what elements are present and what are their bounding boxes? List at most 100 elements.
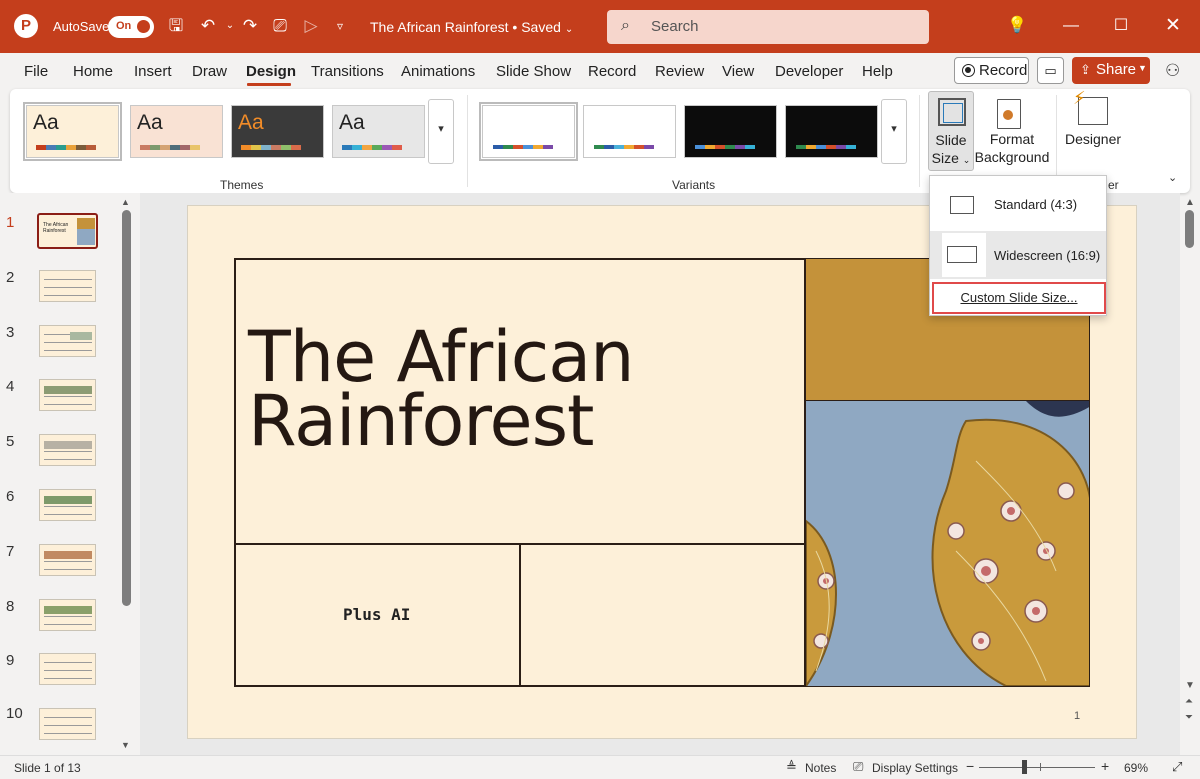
designer-button[interactable]: Designer [1064,88,1122,171]
next-slide-icon[interactable]: ⏷ [1185,712,1193,723]
slide-thumbnail-4[interactable] [39,379,96,412]
color-swatch [695,145,705,149]
variant-option-4[interactable] [785,105,878,158]
share-icon: ⇪ [1080,62,1091,77]
zoom-out-icon[interactable]: − [966,758,974,774]
color-swatch [715,145,725,149]
collapse-ribbon-icon[interactable]: ⌄ [1168,171,1177,184]
slide-size-label-text: Size [931,150,959,166]
thumbnail-line [44,506,92,507]
slide-thumbnail-6[interactable] [39,489,96,521]
standard-size-option[interactable]: Standard (4:3) [930,180,1106,228]
autosave-toggle[interactable]: On [108,16,154,38]
record-button[interactable]: Record [954,57,1029,84]
slide-number-9: 9 [6,652,15,670]
notes-button[interactable]: Notes [805,761,836,775]
record-icon [962,64,975,77]
theme-color-swatches [342,145,402,150]
minimize-button[interactable]: — [1058,13,1084,39]
lightbulb-icon[interactable]: 💡 [1004,13,1030,39]
tab-file[interactable]: File [24,63,48,80]
group-separator [1056,95,1057,187]
tab-home[interactable]: Home [73,63,113,80]
color-swatch [362,145,372,150]
display-settings-button[interactable]: Display Settings [872,761,958,775]
search-box[interactable]: ⌕ Search [607,10,929,44]
variants-more-button[interactable]: ▾ [881,99,907,164]
thumbnail-image [44,386,92,395]
color-swatch [796,145,806,149]
thumbnail-line [44,623,92,625]
zoom-slider-handle[interactable] [1022,760,1027,774]
document-title[interactable]: The African Rainforest • Saved ⌄ [370,19,573,35]
previous-slide-icon[interactable]: ⏶ [1185,696,1193,707]
scroll-down-icon[interactable]: ▼ [121,740,130,750]
tab-review[interactable]: Review [655,63,704,80]
slide-title[interactable]: The African Rainforest [248,322,634,456]
zoom-slider[interactable] [979,767,1095,768]
customize-toolbar-icon[interactable]: ▿ [328,14,352,38]
undo-icon[interactable]: ↶ [196,14,220,38]
decorative-artwork-image[interactable] [804,401,1089,686]
thumbnail-image [77,218,95,245]
scroll-down-icon[interactable]: ▼ [1185,680,1195,691]
display-settings-icon[interactable]: ⎚ [853,759,863,775]
comments-button[interactable]: ▭ [1037,57,1064,84]
slide-thumbnail-10[interactable] [39,708,96,741]
theme-color-swatches [140,145,200,150]
present-from-beginning-icon[interactable]: ⎚ [268,14,292,38]
slide-subtitle[interactable]: Plus AI [343,605,410,624]
zoom-in-icon[interactable]: + [1101,758,1109,774]
tab-help[interactable]: Help [862,63,893,80]
search-icon: ⌕ [621,17,630,34]
theme-option-1[interactable]: Aa [23,102,122,161]
thumbnails-scrollbar[interactable] [122,210,131,606]
tab-developer[interactable]: Developer [775,63,843,80]
theme-option-4[interactable]: Aa [332,105,425,158]
format-background-button[interactable]: Format Background [975,91,1049,171]
slide-thumbnail-5[interactable] [39,434,96,467]
maximize-button[interactable]: ☐ [1108,13,1134,39]
tab-slide-show[interactable]: Slide Show [496,63,571,80]
thumbnail-line [44,615,92,617]
thumbnail-line [44,733,92,735]
theme-option-2[interactable]: Aa [130,105,223,158]
slide-thumbnail-2[interactable] [39,269,96,302]
share-button[interactable]: ⇪ Share ▼ [1072,57,1150,84]
slide-thumbnail-1[interactable]: The African Rainforest [37,213,98,249]
save-icon[interactable]: 🖫 [164,14,188,38]
custom-slide-size-option[interactable]: Custom Slide Size... [932,282,1106,314]
variant-option-2[interactable] [583,105,676,158]
tab-animations[interactable]: Animations [401,63,475,80]
color-swatch [816,145,826,149]
close-button[interactable]: ✕ [1160,13,1186,39]
redo-icon[interactable]: ↷ [238,14,262,38]
tab-design[interactable]: Design [246,63,296,80]
zoom-level[interactable]: 69% [1124,761,1148,775]
themes-more-button[interactable]: ▾ [428,99,454,164]
widescreen-size-option[interactable]: Widescreen (16:9) [930,231,1106,279]
slide-thumbnail-3[interactable] [39,324,96,357]
thumbnail-line [44,662,92,664]
scroll-up-icon[interactable]: ▲ [121,197,130,207]
slide-number-3: 3 [6,323,15,341]
slide-thumbnail-9[interactable] [39,653,96,686]
tab-transitions[interactable]: Transitions [311,63,384,80]
theme-option-3[interactable]: Aa [231,105,324,158]
slide-thumbnail-7[interactable] [39,543,96,576]
fit-to-window-icon[interactable]: ⤢ [1172,759,1182,775]
tab-record[interactable]: Record [588,63,636,80]
variant-option-1[interactable] [479,102,578,161]
tab-insert[interactable]: Insert [134,63,172,80]
present-from-current-icon[interactable]: ▷ [299,14,323,38]
scroll-up-icon[interactable]: ▲ [1185,197,1195,208]
tab-draw[interactable]: Draw [192,63,227,80]
slide-thumbnail-8[interactable] [39,598,96,631]
variant-color-swatches [796,145,856,149]
coauthor-icon[interactable]: ⚇ [1165,61,1180,81]
variant-option-3[interactable] [684,105,777,158]
slide-scrollbar[interactable] [1185,210,1194,248]
slide-size-button[interactable]: Slide Size ⌄ [928,91,974,171]
tab-view[interactable]: View [722,63,754,80]
notes-icon[interactable]: ≜ [786,759,797,775]
